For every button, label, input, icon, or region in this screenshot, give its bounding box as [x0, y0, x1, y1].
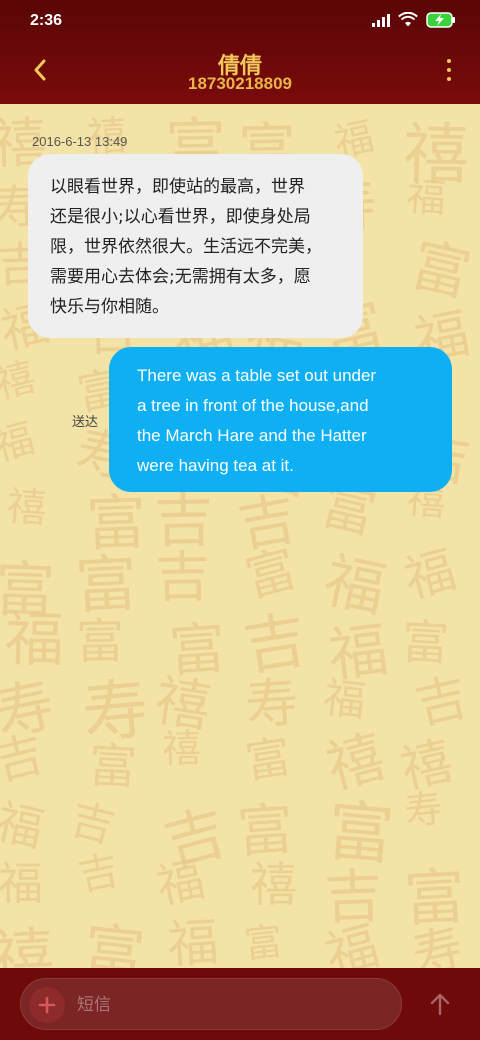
background-glyph: 富: [87, 737, 139, 797]
background-glyph: 寿: [402, 786, 445, 834]
contact-phone: 18730218809: [187, 74, 292, 93]
message-line: a tree in front of the house,and: [137, 396, 369, 415]
background-glyph: 禧: [250, 858, 297, 913]
composer-field-wrap: [20, 978, 402, 1030]
more-vertical-icon[interactable]: [442, 56, 456, 84]
status-bar: 2:36: [0, 0, 480, 44]
wifi-icon: [398, 12, 418, 28]
incoming-message-bubble[interactable]: 以眼看世界，即使站的最高，世界 还是很小;以心看世界，即使身处局 限，世界依然很…: [28, 154, 363, 338]
background-glyph: 福: [398, 540, 462, 610]
background-glyph: 福: [165, 913, 221, 968]
background-glyph: 禧: [0, 920, 57, 968]
battery-charging-icon: [426, 12, 456, 28]
background-glyph: 禧: [5, 483, 49, 533]
message-line: 快乐与你相随。: [50, 297, 169, 317]
message-line: There was a table set out under: [137, 366, 377, 385]
outgoing-message-bubble[interactable]: There was a table set out under a tree i…: [109, 347, 452, 492]
background-glyph: 福: [0, 857, 44, 910]
background-glyph: 福: [0, 415, 40, 471]
background-glyph: 福: [405, 174, 448, 223]
composer-bar: [0, 968, 480, 1040]
message-line: were having tea at it.: [137, 456, 294, 475]
background-glyph: 吉: [74, 847, 123, 901]
message-line: 以眼看世界，即使站的最高，世界: [50, 177, 305, 197]
status-icons: [372, 12, 456, 28]
status-time: 2:36: [30, 12, 63, 29]
background-glyph: 吉: [154, 544, 211, 610]
plus-icon[interactable]: [29, 987, 65, 1023]
background-glyph: 禧: [161, 726, 202, 773]
delivery-status: 送达: [72, 415, 99, 430]
top-bar: 2:36 倩倩 18730218809: [0, 0, 480, 104]
background-glyph: 富: [242, 919, 285, 967]
message-line: the March Hare and the Hatter: [137, 426, 367, 445]
message-line: 限，世界依然很大。生活远不完美，: [50, 237, 322, 257]
message-timestamp: 2016-6-13 13:49: [32, 134, 128, 149]
conversation-header: 倩倩 18730218809: [0, 44, 480, 104]
send-arrow-up-icon[interactable]: [422, 986, 458, 1022]
message-input[interactable]: [77, 989, 377, 1021]
message-line: 需要用心去体会;无需拥有太多，愿: [50, 267, 311, 287]
message-line: 还是很小;以心看世界，即使身处局: [50, 207, 311, 227]
background-glyph: 富: [79, 915, 148, 968]
signal-icon: [372, 13, 390, 27]
